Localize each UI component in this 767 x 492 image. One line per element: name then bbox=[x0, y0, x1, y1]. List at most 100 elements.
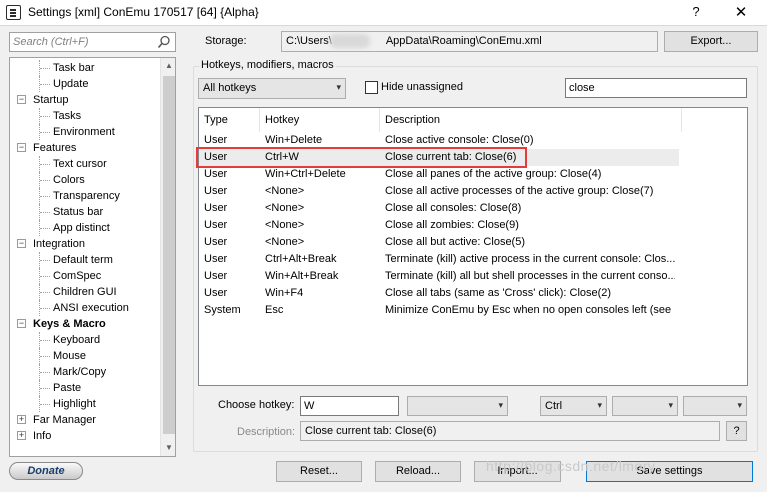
tree-expander-icon[interactable]: − bbox=[17, 239, 26, 248]
tree-item[interactable]: Children GUI bbox=[53, 284, 117, 300]
tree-item[interactable]: ComSpec bbox=[53, 268, 101, 284]
storage-path-field[interactable]: C:\Users\ AppData\Roaming\ConEmu.xml bbox=[281, 31, 658, 52]
watermark: http://blog.csdn.net/lmory bbox=[486, 458, 656, 474]
window-title: Settings [xml] ConEmu 170517 [64] {Alpha… bbox=[28, 5, 259, 19]
hotkey-row[interactable]: System Esc Minimize ConEmu by Esc when no … bbox=[199, 302, 679, 319]
column-header-description[interactable]: Description bbox=[380, 108, 682, 132]
filter-value: close bbox=[569, 82, 595, 94]
conemu-app-icon bbox=[6, 5, 21, 20]
column-header-hotkey[interactable]: Hotkey bbox=[260, 108, 380, 132]
reset-button[interactable]: Reset... bbox=[276, 461, 362, 482]
tree-item[interactable]: Paste bbox=[53, 380, 81, 396]
tree-expander-icon[interactable]: − bbox=[17, 143, 26, 152]
search-placeholder: Search (Ctrl+F) bbox=[13, 36, 89, 48]
row-description: Close all panes of the active group: Clo… bbox=[385, 168, 602, 180]
hotkey-row[interactable]: User <None> Close all zombies: Close(9) bbox=[199, 217, 679, 234]
tree-item[interactable]: ANSI execution bbox=[53, 300, 129, 316]
tree-item[interactable]: Highlight bbox=[53, 396, 96, 412]
column-header-type[interactable]: Type bbox=[199, 108, 260, 132]
help-button[interactable]: ? bbox=[686, 4, 706, 22]
scroll-down-arrow-icon[interactable]: ▼ bbox=[161, 440, 175, 456]
tree-expander-icon[interactable]: + bbox=[17, 415, 26, 424]
tree-item[interactable]: Integration bbox=[33, 236, 85, 252]
tree-item[interactable]: Update bbox=[53, 76, 88, 92]
chevron-down-icon: ▾ bbox=[668, 400, 673, 410]
tree-guide-line bbox=[40, 292, 50, 293]
row-type: System bbox=[204, 304, 241, 316]
tree-item[interactable]: Mouse bbox=[53, 348, 86, 364]
tree-guide-line bbox=[40, 84, 50, 85]
tree-item[interactable]: Far Manager bbox=[33, 412, 96, 428]
annotation-highlight-box bbox=[196, 147, 527, 168]
chevron-down-icon: ▾ bbox=[498, 400, 503, 410]
tree-item[interactable]: Status bar bbox=[53, 204, 103, 220]
tree-scrollbar[interactable]: ▲ ▼ bbox=[160, 58, 175, 456]
tree-guide-line bbox=[40, 356, 50, 357]
row-description: Close all tabs (same as 'Cross' click): … bbox=[385, 287, 612, 299]
tree-item[interactable]: Keyboard bbox=[53, 332, 100, 348]
tree-item[interactable]: Task bar bbox=[53, 60, 95, 76]
row-hotkey: Win+Alt+Break bbox=[265, 270, 339, 282]
tree-guide-line bbox=[40, 372, 50, 373]
hotkey-row[interactable]: User Win+Ctrl+Delete Close all panes of th… bbox=[199, 166, 679, 183]
scroll-thumb[interactable] bbox=[163, 76, 175, 434]
choose-hotkey-input[interactable]: W bbox=[300, 396, 399, 416]
row-hotkey: <None> bbox=[265, 185, 305, 197]
settings-tree[interactable]: Task bar Update − Startup Tasks Environment − F… bbox=[9, 57, 176, 457]
tree-expander-icon[interactable]: − bbox=[17, 95, 26, 104]
tree-item[interactable]: Transparency bbox=[53, 188, 120, 204]
tree-item[interactable]: Startup bbox=[33, 92, 68, 108]
row-description: Close all but active: Close(5) bbox=[385, 236, 526, 248]
tree-guide-line bbox=[40, 228, 50, 229]
hotkey-scope-select[interactable]: All hotkeys ▾ bbox=[198, 78, 346, 99]
hide-unassigned-checkbox[interactable] bbox=[365, 81, 378, 94]
storage-path-suffix: AppData\Roaming\ConEmu.xml bbox=[385, 35, 542, 47]
close-button[interactable]: ✕ bbox=[730, 3, 752, 23]
tree-guide-line bbox=[40, 404, 50, 405]
hotkey-row[interactable]: User Ctrl+Alt+Break Terminate (kill) activ… bbox=[199, 251, 679, 268]
tree-item[interactable]: Keys & Macro bbox=[33, 316, 106, 332]
macro-help-button[interactable]: ? bbox=[726, 421, 747, 441]
tree-item[interactable]: Colors bbox=[53, 172, 85, 188]
search-icon[interactable] bbox=[157, 35, 171, 49]
description-field: Close current tab: Close(6) bbox=[300, 421, 720, 441]
hotkey-row[interactable]: User <None> Close all but active: Close(5) bbox=[199, 234, 679, 251]
tree-item[interactable]: App distinct bbox=[53, 220, 110, 236]
row-hotkey: <None> bbox=[265, 219, 305, 231]
tree-guide-line bbox=[40, 164, 50, 165]
tree-guide-line bbox=[40, 276, 50, 277]
hotkey-row[interactable]: User Win+F4 Close all tabs (same as 'Cross… bbox=[199, 285, 679, 302]
description-label: Description: bbox=[237, 426, 296, 438]
choose-hotkey-value: W bbox=[304, 400, 315, 412]
tree-item[interactable]: Text cursor bbox=[53, 156, 107, 172]
hotkey-row[interactable]: User <None> Close all active processes of … bbox=[199, 183, 679, 200]
tree-item[interactable]: Info bbox=[33, 428, 51, 444]
chevron-down-icon: ▾ bbox=[597, 400, 602, 410]
tree-item[interactable]: Tasks bbox=[53, 108, 81, 124]
tree-guide-line bbox=[40, 260, 50, 261]
tree-item[interactable]: Mark/Copy bbox=[53, 364, 106, 380]
scroll-up-arrow-icon[interactable]: ▲ bbox=[161, 58, 175, 74]
row-type: User bbox=[204, 168, 228, 180]
modifier-1-select[interactable]: Ctrl ▾ bbox=[540, 396, 607, 416]
tree-expander-icon[interactable]: + bbox=[17, 431, 26, 440]
hotkey-row[interactable]: User Win+Alt+Break Terminate (kill) all bu… bbox=[199, 268, 679, 285]
reload-button[interactable]: Reload... bbox=[375, 461, 461, 482]
modifier-3-select[interactable]: ▾ bbox=[683, 396, 747, 416]
filter-input[interactable]: close bbox=[565, 78, 747, 98]
donate-button[interactable]: Donate bbox=[9, 462, 83, 480]
row-type: User bbox=[204, 270, 228, 282]
tree-item[interactable]: Default term bbox=[53, 252, 113, 268]
hide-unassigned-label[interactable]: Hide unassigned bbox=[381, 81, 463, 93]
storage-label: Storage: bbox=[205, 35, 247, 47]
tree-item[interactable]: Environment bbox=[53, 124, 115, 140]
tree-item[interactable]: Features bbox=[33, 140, 76, 156]
export-button[interactable]: Export... bbox=[664, 31, 758, 52]
search-input[interactable]: Search (Ctrl+F) bbox=[9, 32, 176, 52]
tree-expander-icon[interactable]: − bbox=[17, 319, 26, 328]
key-combo-select[interactable]: ▾ bbox=[407, 396, 508, 416]
chevron-down-icon: ▾ bbox=[336, 82, 341, 92]
modifier-2-select[interactable]: ▾ bbox=[612, 396, 678, 416]
row-hotkey: Esc bbox=[265, 304, 284, 316]
hotkey-row[interactable]: User <None> Close all consoles: Close(8) bbox=[199, 200, 679, 217]
